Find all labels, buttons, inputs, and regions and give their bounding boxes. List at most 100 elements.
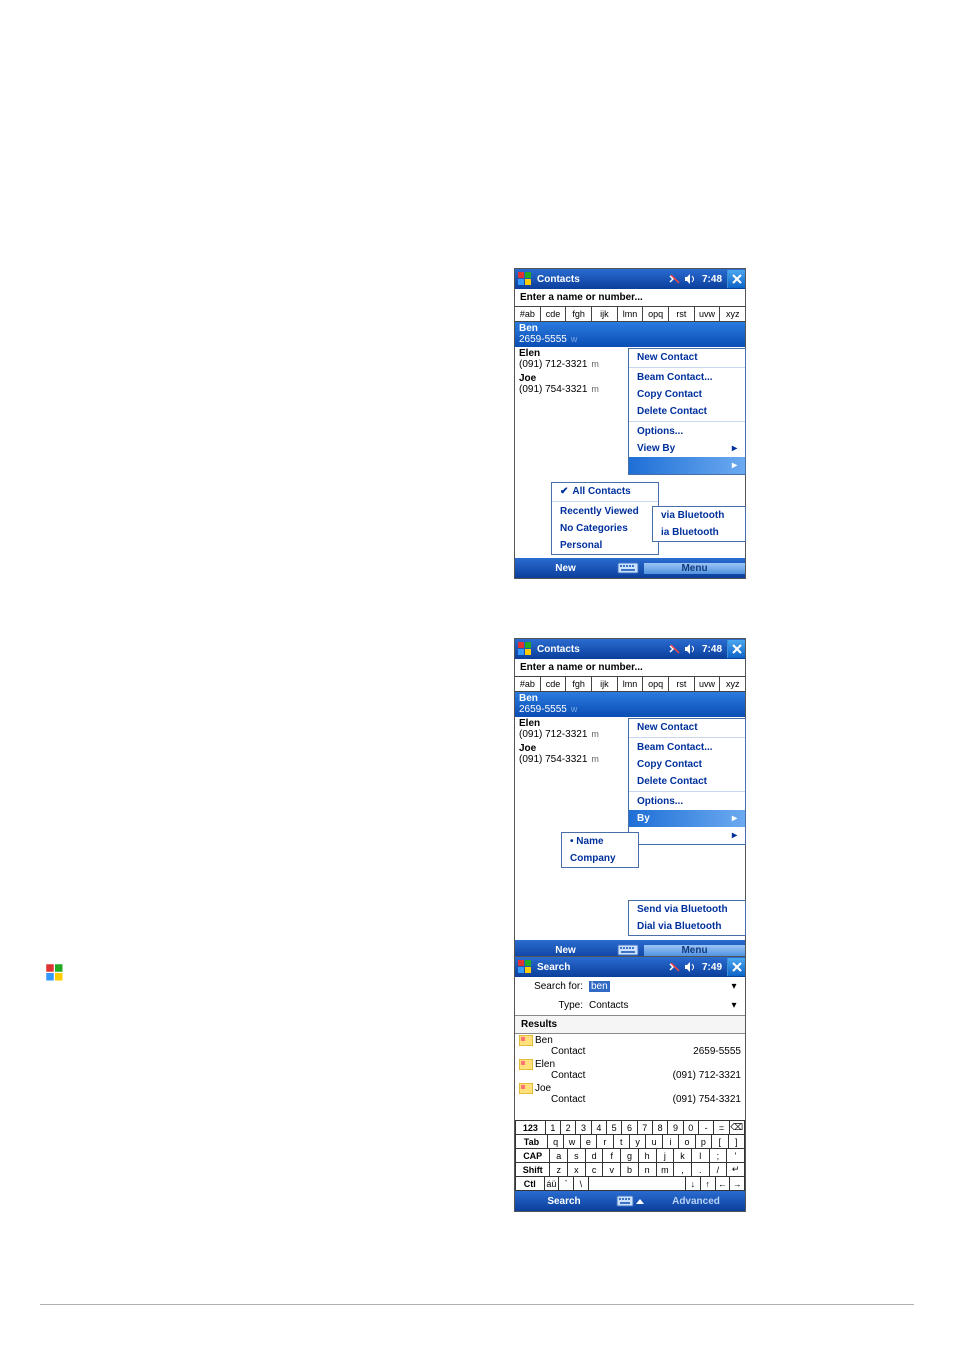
osk-key[interactable]: i bbox=[663, 1135, 679, 1149]
search-input[interactable]: Enter a name or number... bbox=[515, 659, 745, 677]
menu-item-filter[interactable]: ▸ bbox=[629, 457, 745, 474]
osk-key[interactable]: z bbox=[550, 1163, 568, 1177]
start-flag-icon[interactable] bbox=[517, 959, 533, 975]
softkey-search[interactable]: Search bbox=[515, 1196, 613, 1207]
osk-key[interactable]: 9 bbox=[668, 1121, 683, 1135]
osk-key[interactable]: 123 bbox=[515, 1121, 546, 1135]
osk-key[interactable]: 6 bbox=[622, 1121, 637, 1135]
osk-key[interactable]: ; bbox=[710, 1149, 728, 1163]
alpha-tab[interactable]: opq bbox=[643, 677, 669, 691]
osk-key[interactable]: r bbox=[597, 1135, 613, 1149]
result-row[interactable]: Ben Contact2659-5555 bbox=[519, 1034, 741, 1058]
osk-key[interactable]: Ctl bbox=[515, 1177, 545, 1191]
osk-key[interactable]: áü bbox=[545, 1177, 560, 1191]
close-button[interactable] bbox=[727, 640, 745, 658]
alpha-tab[interactable]: ijk bbox=[592, 677, 618, 691]
menu-item-copy-contact[interactable]: Copy Contact bbox=[629, 386, 745, 403]
dial-via-bluetooth[interactable]: Dial via Bluetooth bbox=[629, 918, 745, 935]
osk-key[interactable]: t bbox=[614, 1135, 630, 1149]
softkey-menu[interactable]: Menu bbox=[644, 563, 745, 574]
osk-key[interactable]: CAP bbox=[515, 1149, 550, 1163]
osk-key[interactable]: ← bbox=[716, 1177, 731, 1191]
menu-item-delete-contact[interactable]: Delete Contact bbox=[629, 773, 745, 790]
osk-key[interactable]: ↑ bbox=[701, 1177, 716, 1191]
osk-key[interactable]: o bbox=[679, 1135, 695, 1149]
alpha-tab[interactable]: xyz bbox=[720, 677, 745, 691]
osk-key[interactable]: g bbox=[621, 1149, 639, 1163]
osk-key[interactable]: 2 bbox=[561, 1121, 576, 1135]
osk-key[interactable]: = bbox=[714, 1121, 729, 1135]
osk-key[interactable]: Tab bbox=[515, 1135, 548, 1149]
menu-item-beam-contact[interactable]: Beam Contact... bbox=[629, 739, 745, 756]
viewby-name[interactable]: • Name bbox=[562, 833, 638, 850]
viewby-company[interactable]: Company bbox=[562, 850, 638, 867]
osk-key[interactable]: / bbox=[710, 1163, 728, 1177]
osk-key[interactable]: ↵ bbox=[727, 1163, 745, 1177]
alpha-tab[interactable]: fgh bbox=[566, 677, 592, 691]
osk-key[interactable]: a bbox=[550, 1149, 568, 1163]
type-dropdown-icon[interactable]: ▾ bbox=[729, 1000, 739, 1011]
osk-key[interactable]: 7 bbox=[638, 1121, 653, 1135]
osk-key[interactable]: 1 bbox=[546, 1121, 561, 1135]
start-flag-icon[interactable] bbox=[517, 271, 533, 287]
softkey-menu[interactable]: Menu bbox=[644, 945, 745, 956]
alpha-tab[interactable]: opq bbox=[643, 307, 669, 321]
osk-key[interactable]: y bbox=[630, 1135, 646, 1149]
alpha-tab[interactable]: cde bbox=[541, 307, 567, 321]
osk-key[interactable]: → bbox=[730, 1177, 745, 1191]
alpha-tab[interactable]: xyz bbox=[720, 307, 745, 321]
osk-key[interactable]: s bbox=[568, 1149, 586, 1163]
softkey-new[interactable]: New bbox=[515, 563, 616, 574]
osk-key[interactable]: h bbox=[639, 1149, 657, 1163]
contact-row[interactable]: Ben 2659-5555w bbox=[515, 322, 745, 347]
osk-key[interactable]: \ bbox=[574, 1177, 589, 1191]
softkey-new[interactable]: New bbox=[515, 945, 616, 956]
alpha-tab[interactable]: ijk bbox=[592, 307, 618, 321]
filter-recently-viewed[interactable]: Recently Viewed bbox=[552, 503, 658, 520]
keyboard-toggle[interactable] bbox=[613, 1195, 647, 1207]
osk-key[interactable]: 3 bbox=[576, 1121, 591, 1135]
osk-key[interactable]: q bbox=[548, 1135, 564, 1149]
osk-key[interactable]: p bbox=[696, 1135, 712, 1149]
menu-item-beam-contact[interactable]: Beam Contact... bbox=[629, 369, 745, 386]
osk-key[interactable]: c bbox=[586, 1163, 604, 1177]
osk-key[interactable] bbox=[589, 1177, 686, 1191]
send-via-bluetooth[interactable]: via Bluetooth bbox=[653, 507, 745, 524]
osk-key[interactable]: [ bbox=[712, 1135, 728, 1149]
menu-item-new-contact[interactable]: New Contact bbox=[629, 349, 745, 366]
alpha-tab[interactable]: rst bbox=[669, 307, 695, 321]
send-via-bluetooth[interactable]: Send via Bluetooth bbox=[629, 901, 745, 918]
osk-key[interactable]: 5 bbox=[607, 1121, 622, 1135]
keyboard-icon[interactable] bbox=[616, 561, 644, 575]
alpha-tab[interactable]: lmn bbox=[618, 677, 644, 691]
menu-item-filter[interactable]: ▸ bbox=[629, 827, 745, 844]
filter-all-contacts[interactable]: ✔All Contacts bbox=[552, 483, 658, 500]
alpha-tab[interactable]: lmn bbox=[618, 307, 644, 321]
result-row[interactable]: Joe Contact(091) 754-3321 bbox=[519, 1082, 741, 1106]
alpha-tab[interactable]: #ab bbox=[515, 307, 541, 321]
alpha-tab[interactable]: uvw bbox=[695, 307, 721, 321]
search-dropdown-icon[interactable]: ▾ bbox=[729, 981, 739, 992]
osk-key[interactable]: m bbox=[657, 1163, 675, 1177]
osk-key[interactable]: ' bbox=[727, 1149, 745, 1163]
osk-key[interactable]: l bbox=[692, 1149, 710, 1163]
osk-key[interactable]: e bbox=[581, 1135, 597, 1149]
osk-key[interactable]: v bbox=[603, 1163, 621, 1177]
osk-key[interactable]: f bbox=[603, 1149, 621, 1163]
osk-key[interactable]: ` bbox=[559, 1177, 574, 1191]
osk-key[interactable]: ] bbox=[729, 1135, 745, 1149]
osk-key[interactable]: w bbox=[564, 1135, 580, 1149]
keyboard-icon[interactable] bbox=[616, 943, 644, 957]
osk-key[interactable]: 0 bbox=[684, 1121, 699, 1135]
osk-key[interactable]: k bbox=[674, 1149, 692, 1163]
osk-key[interactable]: u bbox=[646, 1135, 662, 1149]
menu-item-by[interactable]: By▸ bbox=[629, 810, 745, 827]
menu-item-options[interactable]: Options... bbox=[629, 423, 745, 440]
osk-key[interactable]: , bbox=[674, 1163, 692, 1177]
osk-key[interactable]: - bbox=[699, 1121, 714, 1135]
osk-key[interactable]: n bbox=[639, 1163, 657, 1177]
menu-item-new-contact[interactable]: New Contact bbox=[629, 719, 745, 736]
menu-item-delete-contact[interactable]: Delete Contact bbox=[629, 403, 745, 420]
result-row[interactable]: Elen Contact(091) 712-3321 bbox=[519, 1058, 741, 1082]
search-input[interactable]: Enter a name or number... bbox=[515, 289, 745, 307]
